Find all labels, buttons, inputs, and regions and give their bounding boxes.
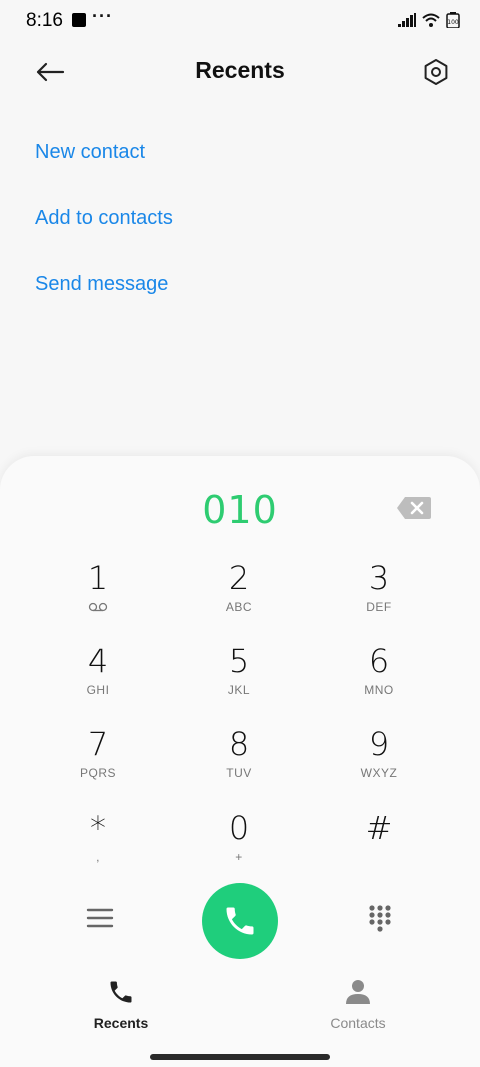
key-hash[interactable]: # [319,810,439,880]
key-digit: 8 [228,725,250,763]
key-digit: 4 [87,642,109,680]
key-9[interactable]: 9 WXYZ [319,726,439,796]
key-2[interactable]: 2 ABC [179,560,299,630]
key-digit: 9 [368,725,390,763]
key-digit: 1 [87,559,109,597]
key-digit: # [365,809,393,847]
settings-icon [424,59,448,85]
nav-contacts-label: Contacts [330,1015,386,1031]
nav-recents[interactable]: Recents [61,978,181,1031]
key-3[interactable]: 3 DEF [319,560,439,630]
backspace-icon [397,497,431,519]
menu-icon [86,908,114,928]
key-7[interactable]: 7 PQRS [38,726,158,796]
key-star[interactable]: * , [38,810,158,880]
home-indicator[interactable] [150,1054,330,1060]
key-letters: WXYZ [360,766,398,780]
more-notifications-icon: ··· [92,6,113,26]
key-letters: GHI [86,683,110,697]
call-button[interactable] [202,883,278,959]
status-bar: 8:16 ··· 100 [0,0,480,44]
header: Recents [0,44,480,100]
recents-phone-icon [110,981,132,1003]
key-4[interactable]: 4 GHI [38,643,158,713]
status-time: 8:16 [26,10,63,31]
key-6[interactable]: 6 MNO [319,643,439,713]
key-digit: * [90,809,106,847]
menu-button[interactable] [84,904,116,932]
new-contact-link[interactable]: New contact [35,141,145,164]
page-title: Recents [195,57,285,83]
key-8[interactable]: 8 TUV [179,726,299,796]
key-digit: 2 [228,559,250,597]
key-letters: ABC [225,600,253,614]
key-letters: JKL [227,683,251,697]
add-to-contacts-link[interactable]: Add to contacts [35,207,173,230]
key-digit: 6 [368,642,390,680]
dialpad-icon [369,905,391,932]
key-letters: PQRS [79,766,116,780]
notification-icon [72,13,86,27]
voicemail-icon [88,602,108,612]
key-letters: , [96,850,100,864]
signal-icon [398,13,416,27]
battery-icon: 100 [446,12,460,28]
key-digit: 5 [228,642,250,680]
key-letters: DEF [366,600,392,614]
dialpad-toggle-button[interactable] [364,902,396,934]
settings-button[interactable] [416,52,456,92]
key-digit: 0 [228,809,250,847]
nav-contacts[interactable]: Contacts [298,978,418,1031]
key-letters: + [235,850,243,864]
battery-level: 100 [447,19,459,26]
send-message-link[interactable]: Send message [35,273,168,296]
key-letters: TUV [226,766,252,780]
key-digit: 3 [368,559,390,597]
key-digit: 7 [87,725,109,763]
phone-icon [226,907,254,935]
status-icons: 100 [398,12,460,28]
key-letters: MNO [364,683,394,697]
nav-recents-label: Recents [93,1015,149,1031]
contacts-person-icon [346,980,370,1004]
key-5[interactable]: 5 JKL [179,643,299,713]
key-1[interactable]: 1 [38,560,158,630]
wifi-icon [422,13,440,27]
key-0[interactable]: 0 + [179,810,299,880]
backspace-button[interactable] [395,495,433,521]
